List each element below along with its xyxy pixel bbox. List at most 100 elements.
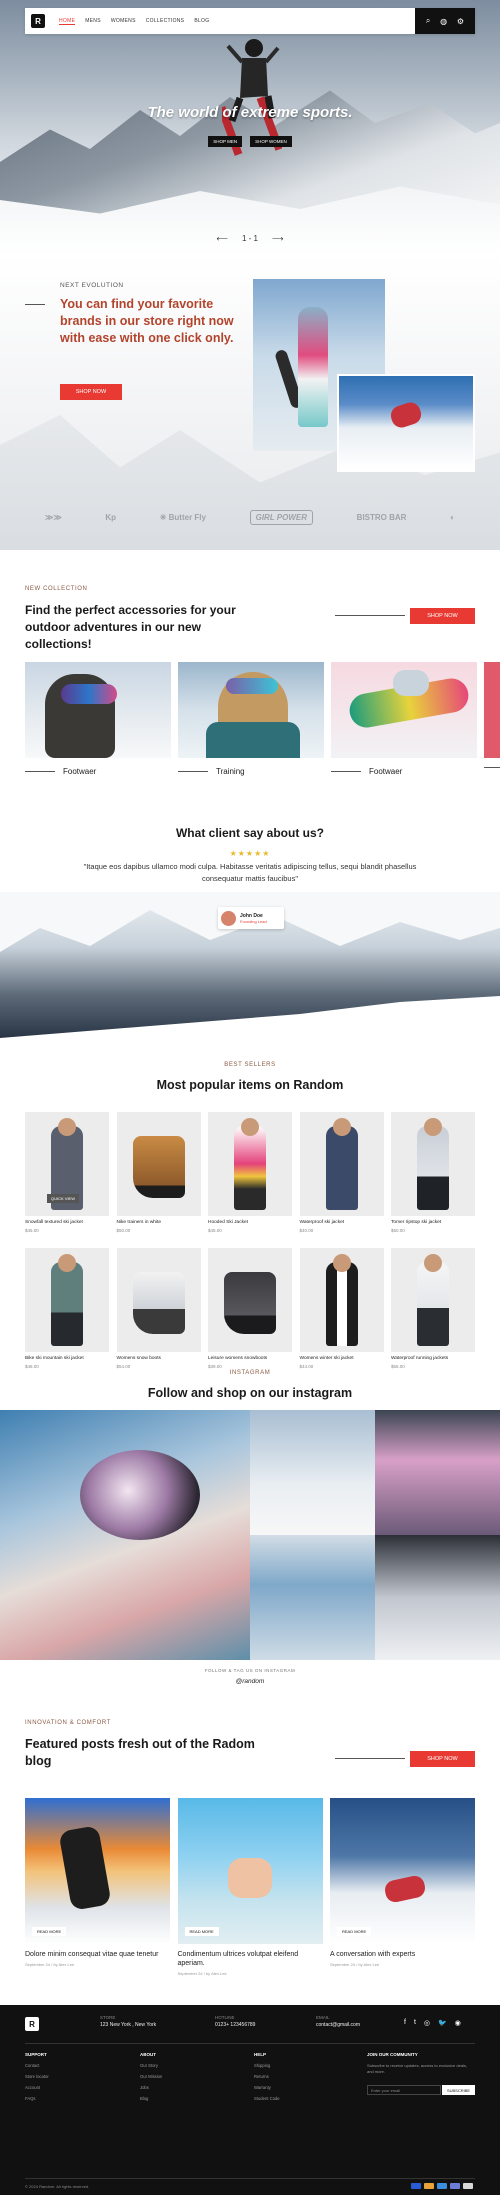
facebook-icon[interactable]: f [404, 2019, 406, 2027]
product-card[interactable]: Hooded Ski Jacket $45.00 [208, 1112, 292, 1233]
product-name[interactable]: Bike ski mountain ski jacket [25, 1356, 109, 1361]
product-image [299, 1248, 384, 1352]
product-name[interactable]: Waterproof running jackets [391, 1356, 475, 1361]
slope-overlay [0, 996, 500, 1050]
product-card[interactable]: QUICK VIEW Snowfall textured ski jacket … [25, 1112, 109, 1233]
product-card[interactable]: Waterproof running jackets $55.00 [391, 1248, 475, 1369]
instagram-icon[interactable]: ◎ [424, 2019, 430, 2027]
blog-post-card[interactable]: READ MORE A conversation with experts Se… [330, 1798, 475, 1976]
menu-item-home[interactable]: HOME [59, 18, 76, 25]
product-card[interactable]: Leisure womens snowboots $39.00 [208, 1248, 292, 1369]
product-card[interactable]: Waterproof ski jacket $40.00 [299, 1112, 384, 1233]
boot-shape [224, 1272, 276, 1334]
next-arrow-icon[interactable]: ⟶ [272, 234, 283, 243]
instagram-photo[interactable] [375, 1410, 500, 1535]
footer-logo[interactable]: R [25, 2017, 39, 2031]
footer-link[interactable]: Account [25, 2085, 49, 2090]
post-title[interactable]: Condimentum ultrices volutpat eleifend a… [178, 1950, 323, 1968]
footer-link[interactable]: Our Story [140, 2063, 162, 2068]
instagram-photo[interactable] [0, 1410, 250, 1660]
footer-link[interactable]: Blog [140, 2096, 162, 2101]
product-card[interactable]: Nike trainers in white $50.00 [116, 1112, 201, 1233]
brand-logo: Kp [105, 513, 117, 522]
paypal-icon [450, 2183, 460, 2189]
blog-post-card[interactable]: READ MORE Condimentum ultrices volutpat … [177, 1798, 323, 1976]
collection-card[interactable]: Training [178, 662, 324, 776]
shop-now-button[interactable]: SHOP NOW [60, 384, 122, 400]
menu-item-womens[interactable]: WOMENS [111, 18, 136, 25]
collection-card[interactable]: Footwaer [331, 662, 477, 776]
author-name: John Doe [240, 912, 263, 919]
store-info: STORE 123 New York , New York [100, 2015, 156, 2028]
jacket-shape [325, 1262, 358, 1346]
twitter-icon[interactable]: 🐦 [438, 2019, 447, 2027]
read-more-button[interactable]: READ MORE [337, 1927, 372, 1936]
head-shape [241, 1118, 259, 1136]
card-label: Footwaer [369, 767, 403, 776]
footer-link[interactable]: Warranty [254, 2085, 280, 2090]
product-name[interactable]: Waterproof ski jacket [300, 1220, 384, 1225]
discover-icon [463, 2183, 473, 2189]
footer-link[interactable]: Returns [254, 2074, 280, 2079]
product-image [391, 1112, 475, 1216]
instagram-handle[interactable]: @random [0, 1678, 500, 1685]
menu-item-blog[interactable]: BLOG [194, 18, 209, 25]
pinterest-icon[interactable]: ◉ [455, 2019, 461, 2027]
shop-now-button[interactable]: SHOP NOW [410, 608, 475, 624]
tiktok-icon[interactable]: t [414, 2019, 416, 2027]
read-more-button[interactable]: READ MORE [184, 1927, 219, 1936]
menu-item-mens[interactable]: MENS [85, 18, 101, 25]
product-card[interactable]: Tomer ripstop ski jacket $50.00 [391, 1112, 475, 1233]
product-grid: QUICK VIEW Snowfall textured ski jacket … [25, 1112, 475, 1233]
product-name[interactable]: Tomer ripstop ski jacket [391, 1220, 475, 1225]
product-name[interactable]: Nike trainers in white [117, 1220, 201, 1225]
hotline-number[interactable]: 0123+ 123456789 [215, 2022, 255, 2028]
post-title[interactable]: Dolore minim consequat vitae quae tenetu… [25, 1950, 170, 1959]
menu-item-collections[interactable]: COLLECTIONS [146, 18, 185, 25]
gear-icon[interactable]: ⚙ [457, 17, 464, 26]
subscribe-button[interactable]: SUBSCRIBE [442, 2085, 475, 2095]
user-icon[interactable]: ◍ [440, 17, 447, 26]
product-card[interactable]: Womens snow boots $54.00 [116, 1248, 201, 1369]
collection-card-partial[interactable] [484, 662, 500, 776]
product-card[interactable]: Womens winter ski jacket $44.00 [299, 1248, 384, 1369]
prev-arrow-icon[interactable]: ⟵ [217, 234, 228, 243]
product-card[interactable]: Bike ski mountain ski jacket $48.00 [25, 1248, 109, 1369]
column-heading: HELP [254, 2052, 267, 2057]
post-title[interactable]: A conversation with experts [330, 1950, 475, 1959]
footer-link[interactable]: Our Mission [140, 2074, 162, 2079]
footer-link[interactable]: Store locator [25, 2074, 49, 2079]
product-name[interactable]: Womens snow boots [117, 1356, 201, 1361]
footer-link[interactable]: Shipping [254, 2063, 280, 2068]
rating-stars: ★★★★★ [229, 849, 271, 858]
email-address[interactable]: contact@gmail.com [316, 2022, 360, 2028]
collection-card[interactable]: Footwaer [25, 662, 171, 776]
shop-women-button[interactable]: SHOP WOMEN [250, 136, 292, 147]
footer-link[interactable]: Jobs [140, 2085, 162, 2090]
email-input[interactable]: Enter your email [367, 2085, 441, 2095]
card-caption: Footwaer [25, 767, 171, 776]
shop-men-button[interactable]: SHOP MEN [208, 136, 243, 147]
store-address: 123 New York , New York [100, 2022, 157, 2028]
section-kicker: NEXT EVOLUTION [60, 282, 124, 289]
blog-post-card[interactable]: READ MORE Dolore minim consequat vitae q… [25, 1798, 170, 1976]
product-name[interactable]: Snowfall textured ski jacket [25, 1220, 109, 1225]
instagram-photo[interactable] [250, 1535, 375, 1660]
product-name[interactable]: Leisure womens snowboots [208, 1356, 292, 1361]
section-title: What client say about us? [175, 826, 325, 840]
product-name[interactable]: Womens winter ski jacket [300, 1356, 384, 1361]
footer-link[interactable]: FAQs [25, 2096, 49, 2101]
collection-carousel: Footwaer Training Footwaer [25, 662, 500, 776]
footer-link[interactable]: Student Code [254, 2096, 280, 2101]
section-title: Featured posts fresh out of the Radom bl… [25, 1737, 255, 1768]
quick-view-button[interactable]: QUICK VIEW [47, 1194, 80, 1203]
instagram-photo[interactable] [250, 1410, 375, 1535]
figure-shape [383, 1874, 427, 1904]
product-name[interactable]: Hooded Ski Jacket [208, 1220, 292, 1225]
footer-link[interactable]: Contact [25, 2063, 49, 2068]
read-more-button[interactable]: READ MORE [32, 1927, 67, 1936]
logo[interactable]: R [31, 14, 45, 28]
instagram-photo[interactable] [375, 1535, 500, 1660]
search-icon[interactable]: ⌕ [426, 16, 430, 26]
shop-now-button[interactable]: SHOP NOW [410, 1751, 475, 1767]
